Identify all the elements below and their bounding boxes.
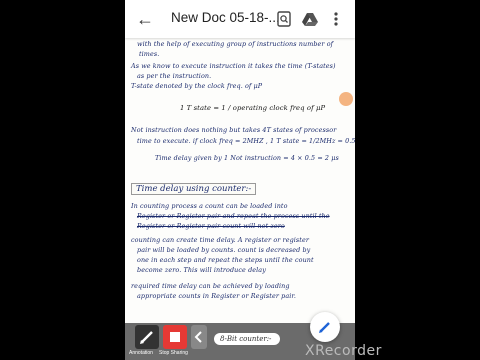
more-vert-icon[interactable] [327, 10, 345, 28]
note-line: times. [139, 50, 160, 58]
phone-screen: ← New Doc 05-18-... with the help of exe… [125, 0, 355, 360]
pen-icon [140, 331, 153, 344]
edit-fab[interactable] [310, 312, 340, 342]
note-line: As we know to execute instruction it tak… [131, 62, 336, 70]
stop-icon [170, 332, 180, 342]
note-line: with the help of executing group of inst… [137, 40, 334, 48]
note-formula: 1 T state = 1 / operating clock freq of … [180, 104, 326, 112]
note-line: time to execute. if clock freq = 2MHZ , … [137, 137, 355, 145]
stop-sharing-button[interactable] [163, 325, 187, 349]
annotation-label: Annotation [129, 350, 153, 356]
section-heading: Time delay using counter:- [131, 183, 257, 195]
note-line: pair will be loaded by counts. count is … [137, 246, 311, 254]
note-line: Time delay given by 1 Not instruction = … [155, 154, 339, 162]
document-title: New Doc 05-18-... [171, 10, 280, 25]
document-search-icon[interactable] [275, 10, 293, 28]
handwritten-page[interactable]: with the help of executing group of inst… [125, 38, 355, 323]
page-caption: 8-Bit counter:- [214, 333, 280, 345]
note-line: become zero. This will introduce delay [137, 266, 266, 274]
note-line: counting can create time delay. A regist… [131, 236, 310, 244]
pencil-icon [319, 322, 330, 333]
collapse-button[interactable] [191, 325, 207, 349]
note-line: In counting process a count can be loade… [131, 202, 288, 210]
annotation-button[interactable] [135, 325, 159, 349]
note-line: required time delay can be achieved by l… [131, 282, 290, 290]
app-toolbar: ← New Doc 05-18-... [125, 0, 355, 38]
note-line: T-state denoted by the clock freq. of μP [131, 82, 263, 90]
note-line: as per the instruction. [137, 72, 212, 80]
scroll-handle[interactable] [339, 92, 353, 106]
note-line: appropriate counts in Register or Regist… [137, 292, 296, 300]
chevron-left-icon [194, 331, 202, 343]
note-line: Register or Register pair and repeat the… [137, 212, 330, 220]
note-line: one in each step and repeat the steps un… [137, 256, 314, 264]
note-line: Register or Register pair count will not… [137, 222, 285, 230]
recorder-watermark: XRecorder [305, 343, 382, 359]
drive-icon[interactable] [301, 10, 319, 28]
arrow-left-icon[interactable]: ← [135, 8, 155, 30]
stop-sharing-label: Stop Sharing [159, 350, 188, 356]
note-line: Not instruction does nothing but takes 4… [131, 126, 337, 134]
